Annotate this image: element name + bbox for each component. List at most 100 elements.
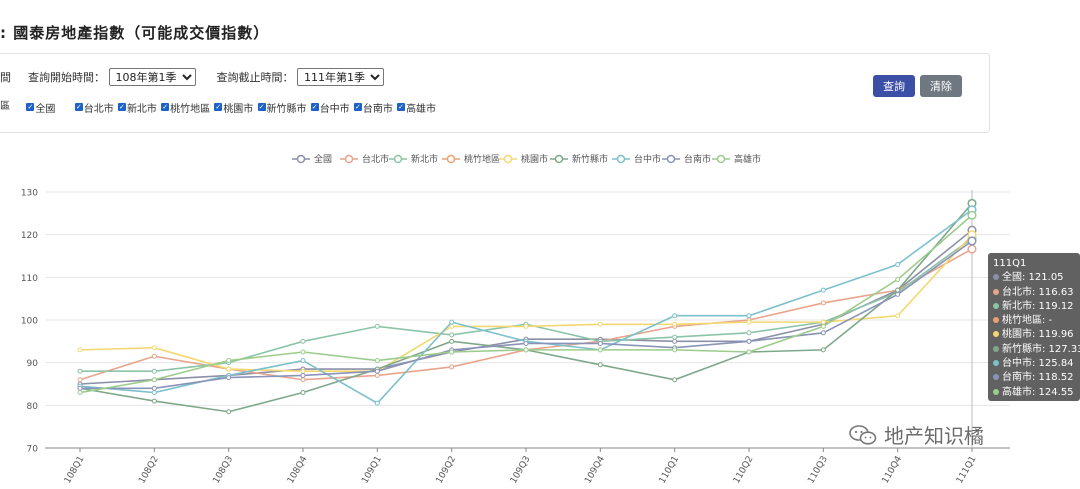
tooltip-row: 高雄市: 124.55 (993, 386, 1075, 400)
checkbox-taoyuan[interactable]: ✓ 桃園市 (214, 100, 253, 115)
data-point (300, 390, 306, 396)
legend-marker (716, 154, 726, 164)
tooltip-dot-icon (993, 374, 999, 381)
clear-button[interactable]: 清除 (920, 75, 962, 97)
data-point (151, 390, 157, 396)
tooltip-dot-icon (993, 274, 999, 281)
x-tick-label: 110Q2 (732, 455, 756, 486)
checkbox-hsinchu[interactable]: ✓ 新竹縣市 (257, 100, 307, 115)
data-point (967, 236, 977, 246)
x-tick-label: 108Q1 (63, 455, 87, 486)
y-tick-label: 70 (27, 445, 39, 455)
legend-label: 高雄市 (734, 153, 761, 165)
tooltip-row: 台南市: 118.52 (993, 371, 1075, 385)
x-tick-label: 108Q2 (137, 455, 161, 486)
start-time-select[interactable]: 108年第1季 (108, 68, 196, 86)
checkbox-all[interactable]: ✓ 全國 (26, 100, 55, 115)
checkbox-tainan[interactable]: ✓ 台南市 (353, 100, 393, 115)
data-point (820, 347, 826, 353)
check-icon: ✓ (257, 103, 266, 111)
x-tick-label: 108Q4 (286, 454, 310, 485)
checkbox-taozhu[interactable]: ✓ 桃竹地區 (161, 100, 210, 115)
legend-label: 台南市 (684, 153, 711, 165)
data-point (374, 358, 380, 364)
tooltip-dot-icon (993, 288, 999, 295)
data-point (820, 287, 826, 293)
check-icon: ✓ (310, 103, 319, 111)
tooltip-dot-icon (993, 360, 999, 367)
check-icon: ✓ (117, 103, 126, 111)
watermark-text: 地产知识橘 (884, 424, 984, 448)
data-point (77, 368, 83, 374)
legend-marker (554, 154, 564, 164)
tooltip-row: 桃竹地區: - (993, 314, 1075, 328)
tooltip-row: 台北市: 116.63 (993, 286, 1075, 300)
series-line (79, 229, 973, 385)
region-label: 區 (0, 101, 10, 112)
series-line (79, 209, 973, 405)
legend-marker (446, 154, 456, 164)
tooltip-title: 111Q1 (993, 258, 1027, 269)
legend-marker (344, 154, 354, 164)
start-time-label: 查詢開始時間： (28, 71, 105, 84)
data-point (820, 319, 826, 325)
data-point (449, 349, 455, 355)
data-point (226, 375, 232, 381)
checkbox-new-taipei[interactable]: ✓ 新北市 (117, 100, 157, 115)
legend-label: 桃園市 (521, 153, 548, 165)
tooltip-row: 桃園市: 119.96 (993, 328, 1075, 342)
check-icon: ✓ (353, 103, 362, 111)
check-icon: ✓ (397, 103, 406, 111)
x-tick-label: 111Q1 (955, 455, 979, 486)
data-point (820, 323, 826, 329)
end-time-select[interactable]: 111年第1季 (297, 68, 384, 86)
y-tick-label: 90 (27, 359, 39, 369)
tooltip-dot-icon (993, 317, 999, 324)
legend-label: 新竹縣市 (572, 153, 608, 165)
data-point (226, 366, 232, 372)
tooltip-row: 新北市: 119.12 (993, 300, 1075, 314)
check-icon: ✓ (214, 103, 223, 111)
data-point (672, 347, 678, 353)
time-filter-row: 間 查詢開始時間： 108年第1季 查詢截止時間： 111年第1季 (0, 68, 384, 86)
data-point (672, 377, 678, 383)
data-point (523, 340, 529, 346)
tooltip-row: 全國: 121.05 (993, 271, 1075, 285)
checkbox-taichung[interactable]: ✓ 台中市 (310, 100, 350, 115)
x-tick-label: 108Q3 (212, 455, 236, 486)
tooltip-row: 新竹縣市: 127.33 (993, 343, 1080, 357)
legend-label: 新北市 (411, 153, 438, 165)
data-point (77, 390, 83, 396)
data-point (151, 345, 157, 351)
watermark: 地产知识橘 (848, 420, 984, 449)
checkbox-kaohsiung[interactable]: ✓ 高雄市 (397, 100, 436, 115)
data-point (151, 353, 157, 359)
data-point (523, 323, 529, 329)
data-point (597, 340, 603, 346)
x-tick-label: 110Q4 (881, 454, 905, 485)
data-point (746, 313, 752, 319)
data-point (746, 338, 752, 344)
x-tick-label: 109Q1 (360, 455, 384, 486)
check-icon: ✓ (26, 103, 35, 111)
data-point (151, 385, 157, 391)
legend-marker (503, 154, 513, 164)
y-tick-label: 80 (27, 402, 39, 412)
time-label: 間 (0, 71, 11, 84)
data-point (895, 313, 901, 319)
data-point (672, 313, 678, 319)
end-time-label: 查詢截止時間： (216, 71, 294, 84)
wechat-icon (849, 424, 877, 445)
data-point (151, 398, 157, 404)
query-button[interactable]: 查詢 (873, 75, 915, 97)
checkbox-taipei[interactable]: ✓ 台北市 (74, 100, 114, 115)
y-tick-label: 130 (21, 189, 38, 199)
data-point (151, 377, 157, 383)
data-point (672, 338, 678, 344)
check-icon: ✓ (74, 103, 83, 111)
data-point (895, 291, 901, 297)
legend-marker (616, 154, 626, 164)
data-point (77, 347, 83, 353)
tooltip-dot-icon (993, 331, 999, 338)
data-point (300, 372, 306, 378)
